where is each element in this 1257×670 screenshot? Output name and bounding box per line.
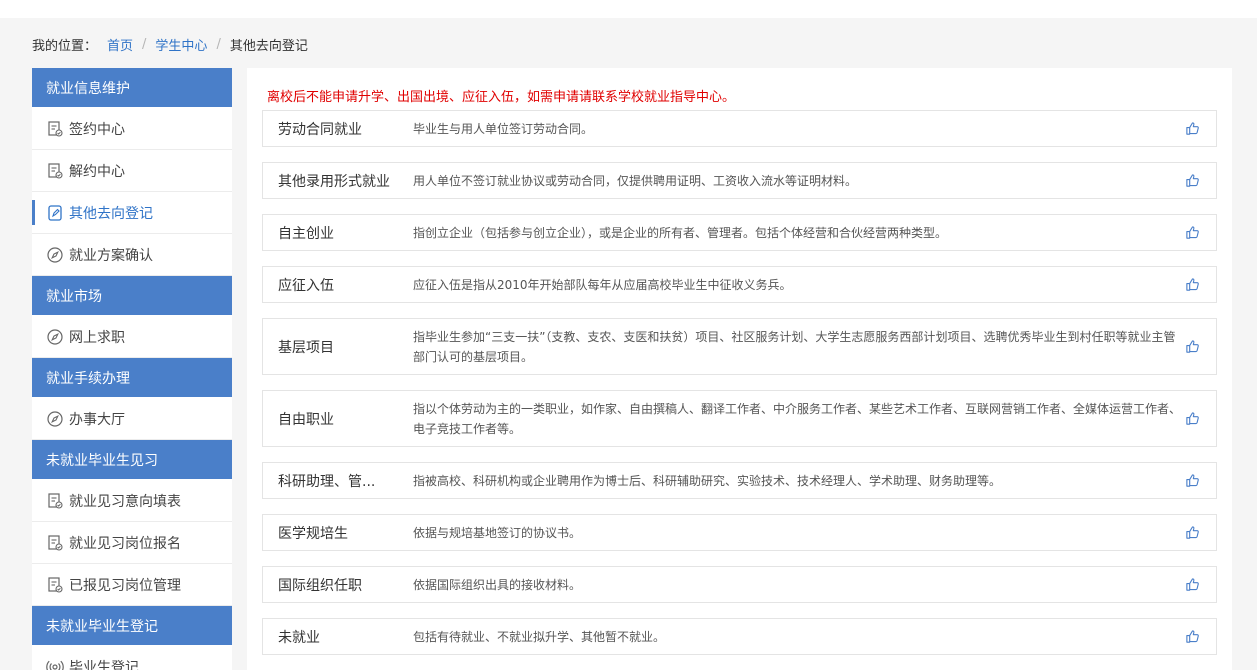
destination-name: 未就业 — [278, 629, 320, 646]
destination-description: 用人单位不签订就业协议或劳动合同，仅提供聘用证明、工资收入流水等证明材料。 — [413, 173, 858, 188]
main-content: 离校后不能申请升学、出国出境、应征入伍，如需申请请联系学校就业指导中心。 劳动合… — [247, 68, 1232, 670]
sidebar-item-service-hall[interactable]: 办事大厅 — [32, 398, 232, 440]
breadcrumb-current: 其他去向登记 — [229, 38, 308, 54]
destination-description: 毕业生与用人单位签订劳动合同。 — [413, 121, 594, 136]
destination-description: 依据与规培基地签订的协议书。 — [413, 525, 582, 540]
thumbs-up-icon[interactable] — [1185, 463, 1200, 498]
list-item[interactable]: 其他录用形式就业 用人单位不签订就业协议或劳动合同，仅提供聘用证明、工资收入流水… — [262, 162, 1217, 199]
destination-description: 包括有待就业、不就业拟升学、其他暂不就业。 — [413, 629, 666, 644]
sidebar-item-cancel-center[interactable]: 解约中心 — [32, 150, 232, 192]
sidebar-item-label: 网上求职 — [69, 329, 125, 346]
list-item[interactable]: 自主创业 指创立企业（包括参与创立企业），或是企业的所有者、管理者。包括个体经营… — [262, 214, 1217, 251]
thumbs-up-icon[interactable] — [1185, 163, 1200, 198]
sidebar-item-label: 解约中心 — [69, 163, 125, 180]
list-item[interactable]: 国际组织任职 依据国际组织出具的接收材料。 — [262, 566, 1217, 603]
destination-name: 应征入伍 — [278, 277, 334, 294]
sidebar-item-internship-manage[interactable]: 已报见习岗位管理 — [32, 564, 232, 606]
destination-description: 指毕业生参加“三支一扶”（支教、支农、支医和扶贫）项目、社区服务计划、大学生志愿… — [413, 329, 1176, 364]
destination-description: 指创立企业（包括参与创立企业），或是企业的所有者、管理者。包括个体经营和合伙经营… — [413, 225, 948, 240]
sidebar-item-sign-center[interactable]: 签约中心 — [32, 108, 232, 150]
thumbs-up-icon[interactable] — [1185, 391, 1200, 446]
list-item[interactable]: 医学规培生 依据与规培基地签订的协议书。 — [262, 514, 1217, 551]
destination-name: 自主创业 — [278, 225, 334, 242]
thumbs-up-icon[interactable] — [1185, 515, 1200, 550]
sidebar-item-other-destination[interactable]: 其他去向登记 — [32, 192, 232, 234]
thumbs-up-icon[interactable] — [1185, 111, 1200, 146]
destination-name: 自由职业 — [278, 411, 334, 428]
breadcrumb-home-link[interactable]: 首页 — [107, 35, 133, 54]
destination-name: 劳动合同就业 — [278, 121, 362, 138]
document-check-icon — [46, 534, 64, 552]
document-check-icon — [46, 120, 64, 138]
document-check-icon — [46, 492, 64, 510]
sidebar-section-title: 未就业毕业生见习 — [32, 440, 232, 480]
sidebar-item-label: 已报见习岗位管理 — [69, 577, 181, 594]
breadcrumb-separator: / — [142, 36, 147, 52]
document-check-icon — [46, 576, 64, 594]
document-edit-icon — [46, 204, 64, 222]
destination-description: 依据国际组织出具的接收材料。 — [413, 577, 582, 592]
sidebar-item-internship-signup[interactable]: 就业见习岗位报名 — [32, 522, 232, 564]
sidebar-item-plan-confirm[interactable]: 就业方案确认 — [32, 234, 232, 276]
breadcrumb-student-center-link[interactable]: 学生中心 — [155, 35, 207, 54]
thumbs-up-icon[interactable] — [1185, 319, 1200, 374]
notice-text: 离校后不能申请升学、出国出境、应征入伍，如需申请请联系学校就业指导中心。 — [267, 90, 736, 105]
sidebar-item-online-job[interactable]: 网上求职 — [32, 316, 232, 358]
list-item[interactable]: 劳动合同就业 毕业生与用人单位签订劳动合同。 — [262, 110, 1217, 147]
list-item[interactable]: 应征入伍 应征入伍是指从2010年开始部队每年从应届高校毕业生中征收义务兵。 — [262, 266, 1217, 303]
sidebar-section-title: 未就业毕业生登记 — [32, 606, 232, 646]
compass-icon — [46, 246, 64, 264]
compass-icon — [46, 410, 64, 428]
list-item[interactable]: 自由职业 指以个体劳动为主的一类职业，如作家、自由撰稿人、翻译工作者、中介服务工… — [262, 390, 1217, 447]
destination-name: 基层项目 — [278, 339, 334, 356]
destination-name: 医学规培生 — [278, 525, 348, 542]
destination-name: 国际组织任职 — [278, 577, 362, 594]
destination-name: 科研助理、管... — [278, 473, 376, 490]
sidebar-section-title: 就业手续办理 — [32, 358, 232, 398]
sidebar-item-label: 其他去向登记 — [69, 205, 153, 222]
sidebar-section-title: 就业信息维护 — [32, 68, 232, 108]
list-item[interactable]: 科研助理、管... 指被高校、科研机构或企业聘用作为博士后、科研辅助研究、实验技… — [262, 462, 1217, 499]
sidebar-item-label: 办事大厅 — [69, 411, 125, 428]
list-item[interactable]: 未就业 包括有待就业、不就业拟升学、其他暂不就业。 — [262, 618, 1217, 655]
sidebar: 就业信息维护 签约中心 解约中心 其他去向登记 就业方案确认 就业市场 网上求职… — [32, 68, 232, 670]
destination-description: 应征入伍是指从2010年开始部队每年从应届高校毕业生中征收义务兵。 — [413, 277, 792, 292]
sidebar-section-title: 就业市场 — [32, 276, 232, 316]
sidebar-item-label: 签约中心 — [69, 121, 125, 138]
sidebar-item-label: 就业见习意向填表 — [69, 493, 181, 510]
broadcast-icon — [46, 658, 64, 670]
sidebar-item-label: 就业方案确认 — [69, 247, 153, 264]
thumbs-up-icon[interactable] — [1185, 567, 1200, 602]
thumbs-up-icon[interactable] — [1185, 619, 1200, 654]
breadcrumb: 我的位置： 首页 / 学生中心 / 其他去向登记 — [32, 34, 308, 54]
thumbs-up-icon[interactable] — [1185, 215, 1200, 250]
breadcrumb-label: 我的位置： — [32, 38, 98, 54]
sidebar-item-graduate-register[interactable]: 毕业生登记 — [32, 646, 232, 670]
list-item[interactable]: 基层项目 指毕业生参加“三支一扶”（支教、支农、支医和扶贫）项目、社区服务计划、… — [262, 318, 1217, 375]
sidebar-item-label: 就业见习岗位报名 — [69, 535, 181, 552]
sidebar-item-internship-intent[interactable]: 就业见习意向填表 — [32, 480, 232, 522]
destination-description: 指被高校、科研机构或企业聘用作为博士后、科研辅助研究、实验技术、技术经理人、学术… — [413, 473, 1002, 488]
destination-name: 其他录用形式就业 — [278, 173, 390, 190]
compass-icon — [46, 328, 64, 346]
thumbs-up-icon[interactable] — [1185, 267, 1200, 302]
document-check-icon — [46, 162, 64, 180]
sidebar-item-label: 毕业生登记 — [69, 659, 139, 670]
top-header-strip — [0, 0, 1257, 18]
destination-description: 指以个体劳动为主的一类职业，如作家、自由撰稿人、翻译工作者、中介服务工作者、某些… — [413, 401, 1182, 436]
breadcrumb-separator: / — [216, 36, 221, 52]
